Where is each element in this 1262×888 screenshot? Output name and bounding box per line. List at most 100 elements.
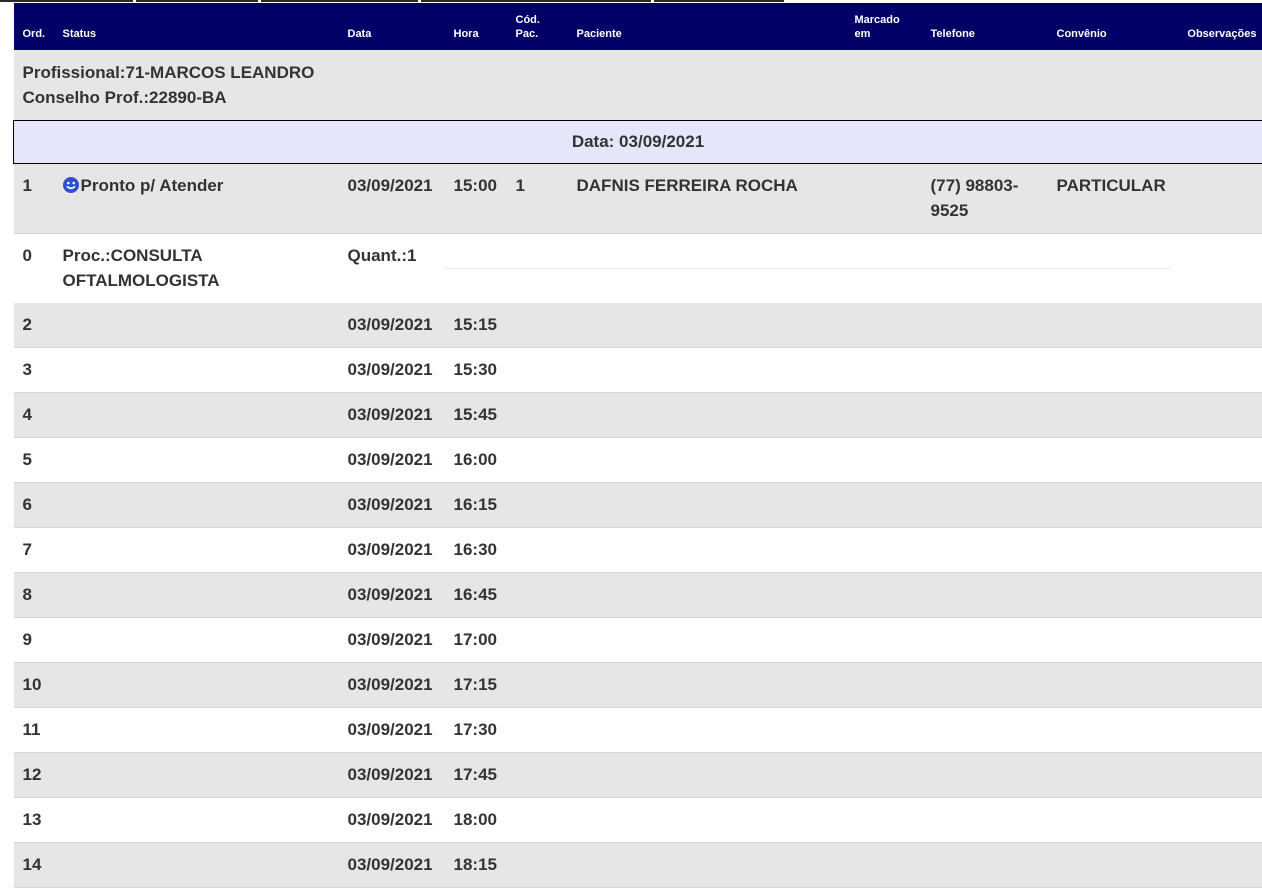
convenio-cell (1048, 753, 1170, 798)
data-cell: 03/09/2021 (339, 663, 445, 708)
marcado-em-cell (846, 753, 922, 798)
status-cell[interactable] (54, 618, 339, 663)
table-row[interactable]: 703/09/202116:30 (14, 528, 1262, 573)
col-ord[interactable]: Ord. (14, 3, 54, 50)
table-row[interactable]: 303/09/202115:30 (14, 348, 1262, 393)
procedure-line1: Proc.:CONSULTA (63, 246, 203, 265)
paciente-cell[interactable]: DAFNIS FERREIRA ROCHA (568, 164, 846, 234)
paciente-cell[interactable] (568, 663, 846, 708)
col-marcado-em[interactable]: Marcadoem (846, 3, 922, 50)
status-cell[interactable]: Pronto p/ Atender (54, 164, 339, 234)
paciente-cell[interactable] (568, 438, 846, 483)
status-cell[interactable] (54, 573, 339, 618)
hora-cell: 18:00 (445, 798, 507, 843)
telefone-cell (922, 573, 1048, 618)
status-cell[interactable] (54, 303, 339, 348)
paciente-cell[interactable] (568, 708, 846, 753)
ord-cell: 5 (14, 438, 54, 483)
status-cell[interactable] (54, 798, 339, 843)
col-telefone[interactable]: Telefone (922, 3, 1048, 50)
telefone-cell (922, 303, 1048, 348)
paciente-cell[interactable] (568, 528, 846, 573)
convenio-cell: PARTICULAR (1048, 164, 1170, 234)
table-row[interactable]: 903/09/202117:00 (14, 618, 1262, 663)
table-row[interactable]: 403/09/202115:45 (14, 393, 1262, 438)
telefone-cell (922, 438, 1048, 483)
ord-cell: 9 (14, 618, 54, 663)
paciente-cell[interactable] (568, 483, 846, 528)
col-cod-pac-line1: Cód. (516, 14, 540, 26)
telefone-cell (922, 483, 1048, 528)
status-cell[interactable] (54, 843, 339, 888)
data-cell: 03/09/2021 (339, 798, 445, 843)
paciente-cell[interactable] (568, 348, 846, 393)
marcado-em-cell (846, 618, 922, 663)
status-label: Pronto p/ Atender (81, 176, 224, 195)
table-row[interactable]: 803/09/202116:45 (14, 573, 1262, 618)
convenio-cell (1048, 483, 1170, 528)
table-row[interactable]: 203/09/202115:15 (14, 303, 1262, 348)
table-row[interactable]: 1403/09/202118:15 (14, 843, 1262, 888)
paciente-cell[interactable] (568, 843, 846, 888)
observacoes-cell (1170, 393, 1262, 438)
cod-pac-cell (507, 393, 568, 438)
col-convenio[interactable]: Convênio (1048, 3, 1170, 50)
col-hora[interactable]: Hora (445, 3, 507, 50)
procedure-line2: OFTALMOLOGISTA (63, 271, 220, 290)
ord-cell: 3 (14, 348, 54, 393)
agenda-table: Ord. Status Data Hora Cód.Pac. Paciente … (13, 3, 1262, 888)
smiley-icon (63, 177, 79, 193)
telefone-cell (922, 798, 1048, 843)
status-cell[interactable] (54, 753, 339, 798)
observacoes-cell (1170, 528, 1262, 573)
hora-cell: 15:15 (445, 303, 507, 348)
paciente-cell[interactable] (568, 753, 846, 798)
telefone-line2: 9525 (931, 201, 969, 220)
marcado-em-cell (846, 528, 922, 573)
convenio-cell (1048, 798, 1170, 843)
col-observacoes[interactable]: Observações (1170, 3, 1262, 50)
col-data[interactable]: Data (339, 3, 445, 50)
status-cell[interactable] (54, 483, 339, 528)
hora-cell: 16:15 (445, 483, 507, 528)
paciente-cell[interactable] (568, 798, 846, 843)
observacoes-cell (1170, 164, 1262, 234)
procedure-detail (445, 234, 1170, 304)
table-row[interactable]: 603/09/202116:15 (14, 483, 1262, 528)
table-row[interactable]: 1303/09/202118:00 (14, 798, 1262, 843)
professional-name: Profissional:71-MARCOS LEANDRO (23, 63, 315, 82)
agenda-container: Ord. Status Data Hora Cód.Pac. Paciente … (13, 3, 1262, 888)
cod-pac-cell (507, 438, 568, 483)
status-cell[interactable] (54, 708, 339, 753)
col-cod-pac-line2: Pac. (516, 28, 539, 40)
observacoes-cell (1170, 348, 1262, 393)
status-cell[interactable] (54, 528, 339, 573)
table-row[interactable]: 1003/09/202117:15 (14, 663, 1262, 708)
data-cell: 03/09/2021 (339, 393, 445, 438)
table-row[interactable]: 503/09/202116:00 (14, 438, 1262, 483)
col-cod-pac[interactable]: Cód. Pac. (507, 3, 568, 50)
table-row[interactable]: 1203/09/202117:45 (14, 753, 1262, 798)
status-cell[interactable] (54, 393, 339, 438)
status-cell[interactable] (54, 438, 339, 483)
procedure-row: 0 Proc.:CONSULTAOFTALMOLOGISTA Quant.:1 (14, 234, 1262, 304)
table-row[interactable]: 1103/09/202117:30 (14, 708, 1262, 753)
col-paciente[interactable]: Paciente (568, 3, 846, 50)
paciente-cell[interactable] (568, 393, 846, 438)
procedure-empty (1170, 234, 1262, 304)
ord-cell: 12 (14, 753, 54, 798)
col-status[interactable]: Status (54, 3, 339, 50)
paciente-cell[interactable] (568, 303, 846, 348)
hora-cell: 16:45 (445, 573, 507, 618)
table-row[interactable]: 1 Pronto p/ Atender 03/09/2021 15:00 1 D… (14, 164, 1262, 234)
convenio-cell (1048, 438, 1170, 483)
paciente-cell[interactable] (568, 573, 846, 618)
paciente-cell[interactable] (568, 618, 846, 663)
status-cell[interactable] (54, 663, 339, 708)
convenio-cell (1048, 348, 1170, 393)
hora-cell: 17:30 (445, 708, 507, 753)
status-cell[interactable] (54, 348, 339, 393)
observacoes-cell (1170, 798, 1262, 843)
ord-cell: 7 (14, 528, 54, 573)
col-marcado-line1: Marcado (855, 14, 900, 26)
